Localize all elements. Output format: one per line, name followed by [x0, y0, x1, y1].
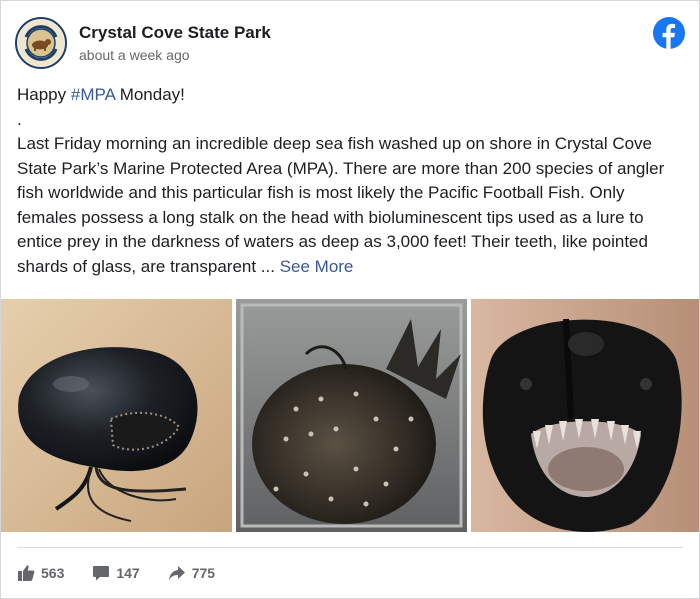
- post-dot: .: [17, 109, 22, 129]
- page-avatar[interactable]: [15, 17, 67, 69]
- greeting-suffix: Monday!: [114, 85, 185, 104]
- post-greeting: Happy #MPA Monday!: [17, 83, 687, 108]
- thumbs-up-icon: [18, 565, 35, 581]
- post-stats-bar: 563 147 775: [17, 561, 243, 585]
- post-timestamp[interactable]: about a week ago: [79, 47, 190, 63]
- see-more-link[interactable]: See More: [280, 257, 354, 276]
- post-text: Happy #MPA Monday! . Last Friday morning…: [17, 83, 687, 279]
- hashtag-link[interactable]: #MPA: [71, 85, 115, 104]
- post-card: Crystal Cove State Park about a week ago…: [0, 0, 700, 599]
- post-body: Last Friday morning an incredible deep s…: [17, 132, 687, 279]
- greeting-prefix: Happy: [17, 85, 71, 104]
- comment-bubble-icon: [93, 566, 110, 581]
- photo-fish-on-sand[interactable]: [1, 299, 232, 532]
- comment-count-button[interactable]: 147: [92, 564, 140, 582]
- share-arrow-icon: [168, 566, 185, 580]
- page-name[interactable]: Crystal Cove State Park: [79, 23, 271, 43]
- post-header: Crystal Cove State Park about a week ago: [15, 15, 685, 69]
- like-count-button[interactable]: 563: [17, 564, 64, 582]
- facebook-logo-icon: [653, 17, 685, 49]
- photo-fish-mouth[interactable]: [471, 299, 699, 532]
- share-count-button[interactable]: 775: [168, 564, 215, 582]
- photo-fish-in-tray[interactable]: [236, 299, 467, 532]
- photo-fish-mouth-image: [471, 299, 699, 532]
- actions-divider: [17, 547, 683, 548]
- like-count: 563: [41, 565, 65, 581]
- post-body-text: Last Friday morning an incredible deep s…: [17, 134, 665, 276]
- photo-grid: [1, 299, 699, 532]
- photo-fish-in-tray-image: [236, 299, 467, 532]
- state-parks-seal-icon: [18, 20, 64, 66]
- share-count: 775: [191, 565, 216, 581]
- photo-fish-on-sand-image: [1, 299, 232, 532]
- comment-count: 147: [116, 565, 140, 581]
